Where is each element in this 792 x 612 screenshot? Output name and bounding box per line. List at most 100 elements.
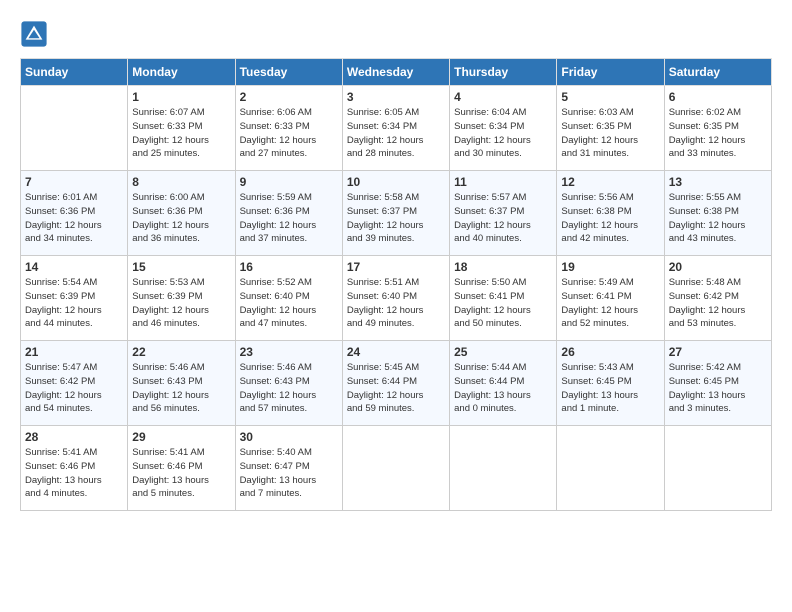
day-number: 26 bbox=[561, 345, 659, 359]
day-cell: 10 Sunrise: 5:58 AM Sunset: 6:37 PM Dayli… bbox=[342, 171, 449, 256]
day-cell: 11 Sunrise: 5:57 AM Sunset: 6:37 PM Dayli… bbox=[450, 171, 557, 256]
day-cell: 15Sunrise: 5:53 AM Sunset: 6:39 PM Dayli… bbox=[128, 256, 235, 341]
day-info: Sunrise: 5:57 AM Sunset: 6:37 PM Dayligh… bbox=[454, 191, 552, 246]
day-info: Sunrise: 5:47 AM Sunset: 6:42 PM Dayligh… bbox=[25, 361, 123, 416]
day-cell: 26 Sunrise: 5:43 AM Sunset: 6:45 PM Dayli… bbox=[557, 341, 664, 426]
day-number: 22 bbox=[132, 345, 230, 359]
day-number: 13 bbox=[669, 175, 767, 189]
day-cell: 14Sunrise: 5:54 AM Sunset: 6:39 PM Dayli… bbox=[21, 256, 128, 341]
day-number: 23 bbox=[240, 345, 338, 359]
logo-icon bbox=[20, 20, 48, 48]
day-info: Sunrise: 6:07 AM Sunset: 6:33 PM Dayligh… bbox=[132, 106, 230, 161]
week-row-2: 7Sunrise: 6:01 AM Sunset: 6:36 PM Daylig… bbox=[21, 171, 772, 256]
day-cell: 1 Sunrise: 6:07 AM Sunset: 6:33 PM Daylig… bbox=[128, 86, 235, 171]
col-header-thursday: Thursday bbox=[450, 59, 557, 86]
day-cell: 27 Sunrise: 5:42 AM Sunset: 6:45 PM Dayli… bbox=[664, 341, 771, 426]
day-number: 19 bbox=[561, 260, 659, 274]
day-cell: 21 Sunrise: 5:47 AM Sunset: 6:42 PM Dayli… bbox=[21, 341, 128, 426]
day-cell bbox=[21, 86, 128, 171]
col-header-wednesday: Wednesday bbox=[342, 59, 449, 86]
header-row: SundayMondayTuesdayWednesdayThursdayFrid… bbox=[21, 59, 772, 86]
day-info: Sunrise: 5:41 AM Sunset: 6:46 PM Dayligh… bbox=[25, 446, 123, 501]
day-number: 21 bbox=[25, 345, 123, 359]
day-info: Sunrise: 5:52 AM Sunset: 6:40 PM Dayligh… bbox=[240, 276, 338, 331]
calendar-table: SundayMondayTuesdayWednesdayThursdayFrid… bbox=[20, 58, 772, 511]
day-info: Sunrise: 5:46 AM Sunset: 6:43 PM Dayligh… bbox=[240, 361, 338, 416]
day-number: 28 bbox=[25, 430, 123, 444]
day-info: Sunrise: 6:02 AM Sunset: 6:35 PM Dayligh… bbox=[669, 106, 767, 161]
day-number: 1 bbox=[132, 90, 230, 104]
day-cell: 23 Sunrise: 5:46 AM Sunset: 6:43 PM Dayli… bbox=[235, 341, 342, 426]
day-cell: 24 Sunrise: 5:45 AM Sunset: 6:44 PM Dayli… bbox=[342, 341, 449, 426]
col-header-friday: Friday bbox=[557, 59, 664, 86]
day-cell: 20 Sunrise: 5:48 AM Sunset: 6:42 PM Dayli… bbox=[664, 256, 771, 341]
day-info: Sunrise: 6:04 AM Sunset: 6:34 PM Dayligh… bbox=[454, 106, 552, 161]
day-info: Sunrise: 5:40 AM Sunset: 6:47 PM Dayligh… bbox=[240, 446, 338, 501]
day-cell: 18 Sunrise: 5:50 AM Sunset: 6:41 PM Dayli… bbox=[450, 256, 557, 341]
day-cell: 30Sunrise: 5:40 AM Sunset: 6:47 PM Dayli… bbox=[235, 426, 342, 511]
day-info: Sunrise: 5:58 AM Sunset: 6:37 PM Dayligh… bbox=[347, 191, 445, 246]
day-number: 2 bbox=[240, 90, 338, 104]
day-number: 29 bbox=[132, 430, 230, 444]
day-info: Sunrise: 5:44 AM Sunset: 6:44 PM Dayligh… bbox=[454, 361, 552, 416]
day-number: 9 bbox=[240, 175, 338, 189]
logo bbox=[20, 20, 52, 48]
day-info: Sunrise: 5:41 AM Sunset: 6:46 PM Dayligh… bbox=[132, 446, 230, 501]
day-info: Sunrise: 6:03 AM Sunset: 6:35 PM Dayligh… bbox=[561, 106, 659, 161]
page-header bbox=[20, 20, 772, 48]
day-number: 15 bbox=[132, 260, 230, 274]
day-cell: 2Sunrise: 6:06 AM Sunset: 6:33 PM Daylig… bbox=[235, 86, 342, 171]
week-row-1: 1 Sunrise: 6:07 AM Sunset: 6:33 PM Daylig… bbox=[21, 86, 772, 171]
day-cell: 3 Sunrise: 6:05 AM Sunset: 6:34 PM Daylig… bbox=[342, 86, 449, 171]
day-info: Sunrise: 5:43 AM Sunset: 6:45 PM Dayligh… bbox=[561, 361, 659, 416]
day-info: Sunrise: 5:48 AM Sunset: 6:42 PM Dayligh… bbox=[669, 276, 767, 331]
day-cell: 25 Sunrise: 5:44 AM Sunset: 6:44 PM Dayli… bbox=[450, 341, 557, 426]
day-number: 6 bbox=[669, 90, 767, 104]
day-info: Sunrise: 5:50 AM Sunset: 6:41 PM Dayligh… bbox=[454, 276, 552, 331]
day-info: Sunrise: 6:05 AM Sunset: 6:34 PM Dayligh… bbox=[347, 106, 445, 161]
col-header-saturday: Saturday bbox=[664, 59, 771, 86]
day-info: Sunrise: 5:56 AM Sunset: 6:38 PM Dayligh… bbox=[561, 191, 659, 246]
day-number: 24 bbox=[347, 345, 445, 359]
day-number: 16 bbox=[240, 260, 338, 274]
day-number: 3 bbox=[347, 90, 445, 104]
col-header-tuesday: Tuesday bbox=[235, 59, 342, 86]
day-number: 27 bbox=[669, 345, 767, 359]
day-number: 5 bbox=[561, 90, 659, 104]
day-number: 20 bbox=[669, 260, 767, 274]
week-row-4: 21 Sunrise: 5:47 AM Sunset: 6:42 PM Dayli… bbox=[21, 341, 772, 426]
day-cell: 13 Sunrise: 5:55 AM Sunset: 6:38 PM Dayli… bbox=[664, 171, 771, 256]
day-number: 10 bbox=[347, 175, 445, 189]
day-info: Sunrise: 6:00 AM Sunset: 6:36 PM Dayligh… bbox=[132, 191, 230, 246]
day-cell: 22Sunrise: 5:46 AM Sunset: 6:43 PM Dayli… bbox=[128, 341, 235, 426]
day-cell: 19 Sunrise: 5:49 AM Sunset: 6:41 PM Dayli… bbox=[557, 256, 664, 341]
day-cell: 28 Sunrise: 5:41 AM Sunset: 6:46 PM Dayli… bbox=[21, 426, 128, 511]
day-cell bbox=[664, 426, 771, 511]
day-cell bbox=[450, 426, 557, 511]
day-info: Sunrise: 5:45 AM Sunset: 6:44 PM Dayligh… bbox=[347, 361, 445, 416]
day-cell bbox=[342, 426, 449, 511]
day-cell: 5 Sunrise: 6:03 AM Sunset: 6:35 PM Daylig… bbox=[557, 86, 664, 171]
day-number: 18 bbox=[454, 260, 552, 274]
day-cell: 7Sunrise: 6:01 AM Sunset: 6:36 PM Daylig… bbox=[21, 171, 128, 256]
col-header-sunday: Sunday bbox=[21, 59, 128, 86]
day-cell: 9 Sunrise: 5:59 AM Sunset: 6:36 PM Daylig… bbox=[235, 171, 342, 256]
day-cell: 16 Sunrise: 5:52 AM Sunset: 6:40 PM Dayli… bbox=[235, 256, 342, 341]
day-info: Sunrise: 5:51 AM Sunset: 6:40 PM Dayligh… bbox=[347, 276, 445, 331]
day-number: 4 bbox=[454, 90, 552, 104]
day-number: 25 bbox=[454, 345, 552, 359]
day-info: Sunrise: 5:55 AM Sunset: 6:38 PM Dayligh… bbox=[669, 191, 767, 246]
day-cell: 17 Sunrise: 5:51 AM Sunset: 6:40 PM Dayli… bbox=[342, 256, 449, 341]
day-number: 11 bbox=[454, 175, 552, 189]
day-number: 7 bbox=[25, 175, 123, 189]
day-number: 17 bbox=[347, 260, 445, 274]
day-cell: 6 Sunrise: 6:02 AM Sunset: 6:35 PM Daylig… bbox=[664, 86, 771, 171]
day-cell: 8Sunrise: 6:00 AM Sunset: 6:36 PM Daylig… bbox=[128, 171, 235, 256]
day-info: Sunrise: 5:59 AM Sunset: 6:36 PM Dayligh… bbox=[240, 191, 338, 246]
day-info: Sunrise: 5:49 AM Sunset: 6:41 PM Dayligh… bbox=[561, 276, 659, 331]
week-row-3: 14Sunrise: 5:54 AM Sunset: 6:39 PM Dayli… bbox=[21, 256, 772, 341]
day-cell: 4 Sunrise: 6:04 AM Sunset: 6:34 PM Daylig… bbox=[450, 86, 557, 171]
day-info: Sunrise: 5:54 AM Sunset: 6:39 PM Dayligh… bbox=[25, 276, 123, 331]
col-header-monday: Monday bbox=[128, 59, 235, 86]
day-info: Sunrise: 5:42 AM Sunset: 6:45 PM Dayligh… bbox=[669, 361, 767, 416]
